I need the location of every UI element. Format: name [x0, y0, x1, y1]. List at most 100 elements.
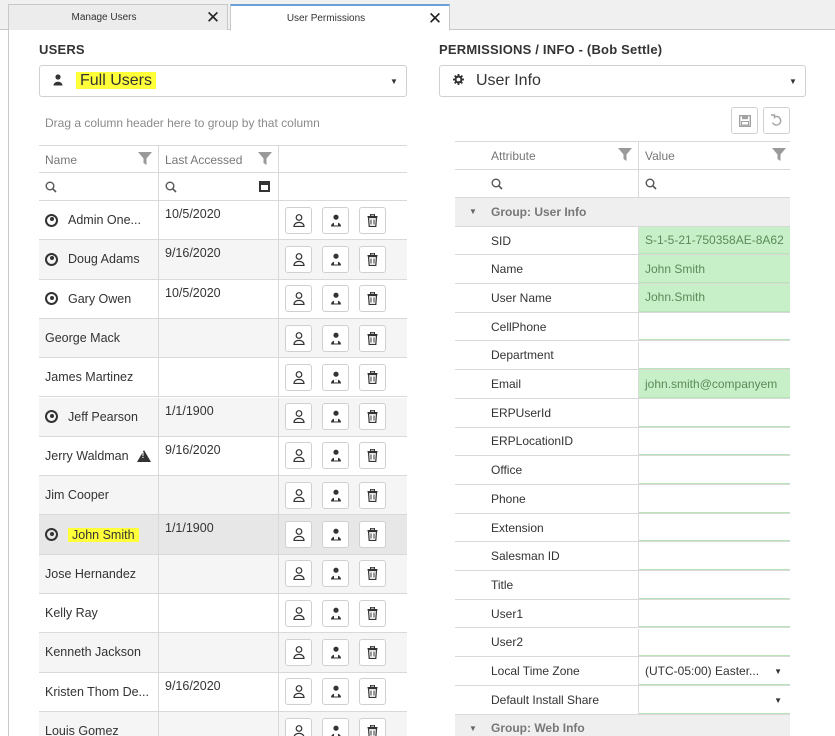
user-name-cell[interactable]: John Smith [39, 515, 159, 554]
user-security-button[interactable] [322, 442, 349, 470]
column-header-last-accessed[interactable]: Last Accessed [159, 146, 279, 174]
user-profile-button[interactable] [285, 599, 312, 627]
table-row[interactable]: Kenneth Jackson [39, 633, 407, 673]
table-row[interactable]: Gary Owen 10/5/2020 [39, 279, 407, 319]
table-row[interactable]: Louis Gomez [39, 711, 407, 736]
column-header-value[interactable]: Value [639, 142, 790, 170]
attribute-row[interactable]: User Name John.Smith [455, 284, 790, 313]
attribute-value[interactable] [639, 456, 790, 484]
attribute-value[interactable] [639, 514, 790, 542]
filter-icon[interactable] [258, 152, 272, 166]
filter-icon[interactable] [138, 152, 152, 166]
delete-user-button[interactable] [359, 599, 386, 627]
filter-icon[interactable] [772, 148, 786, 162]
user-security-button[interactable] [322, 245, 349, 273]
user-name-cell[interactable]: Louis Gomez [39, 711, 159, 736]
value-filter-input[interactable] [639, 170, 790, 198]
attribute-row[interactable]: Email john.smith@companyem [455, 370, 790, 399]
close-icon[interactable]: ✕ [199, 9, 227, 26]
user-security-button[interactable] [322, 717, 349, 736]
attribute-value[interactable]: ▼ [639, 686, 790, 714]
attribute-value[interactable] [639, 542, 790, 571]
attribute-row[interactable]: Salesman ID [455, 542, 790, 572]
user-profile-button[interactable] [285, 442, 312, 470]
chevron-down-icon[interactable]: ▼ [774, 696, 782, 705]
table-row[interactable]: Jose Hernandez [39, 554, 407, 594]
table-row[interactable]: Jerry Waldman 9/16/2020 [39, 436, 407, 477]
delete-user-button[interactable] [359, 717, 386, 736]
delete-user-button[interactable] [359, 638, 386, 666]
delete-user-button[interactable] [359, 442, 386, 470]
user-type-select[interactable]: Full Users ▼ [39, 65, 407, 97]
table-row[interactable]: John Smith 1/1/1900 [39, 515, 407, 555]
undo-button[interactable] [763, 107, 790, 134]
table-row[interactable]: George Mack [39, 318, 407, 359]
attribute-row[interactable]: Phone [455, 485, 790, 514]
group-row-web-info[interactable]: ▼ Group: Web Info [455, 714, 790, 736]
calendar-icon[interactable] [259, 181, 270, 192]
attribute-value[interactable]: S-1-5-21-750358AE-8A62 [639, 226, 790, 255]
save-button[interactable] [731, 107, 758, 134]
user-profile-button[interactable] [285, 521, 312, 549]
user-name-cell[interactable]: George Mack [39, 318, 159, 358]
user-security-button[interactable] [322, 560, 349, 588]
column-header-attribute[interactable]: Attribute [455, 142, 639, 170]
user-profile-button[interactable] [285, 678, 312, 706]
delete-user-button[interactable] [359, 560, 386, 588]
user-name-cell[interactable]: Doug Adams [39, 240, 159, 279]
attribute-row[interactable]: Name John Smith [455, 255, 790, 285]
delete-user-button[interactable] [359, 285, 386, 313]
user-security-button[interactable] [322, 403, 349, 431]
user-name-cell[interactable]: Jim Cooper [39, 476, 159, 515]
user-name-cell[interactable]: Jerry Waldman [39, 436, 159, 476]
attribute-row[interactable]: Local Time Zone (UTC-05:00) Easter... ▼ [455, 657, 790, 686]
attribute-value[interactable]: John Smith [639, 255, 790, 284]
attribute-row[interactable]: Office [455, 456, 790, 485]
close-icon[interactable]: ✕ [421, 10, 449, 27]
table-row[interactable]: Jim Cooper [39, 476, 407, 516]
user-name-cell[interactable]: Jeff Pearson [39, 397, 159, 436]
date-filter-input[interactable] [159, 173, 279, 201]
attribute-row[interactable]: User2 [455, 628, 790, 658]
user-security-button[interactable] [322, 285, 349, 313]
user-name-cell[interactable]: Kelly Ray [39, 594, 159, 633]
chevron-down-icon[interactable]: ▼ [774, 667, 782, 676]
user-profile-button[interactable] [285, 245, 312, 273]
attribute-row[interactable]: User1 [455, 599, 790, 629]
user-name-cell[interactable]: Gary Owen [39, 279, 159, 318]
attribute-value[interactable] [639, 428, 790, 456]
user-profile-button[interactable] [285, 403, 312, 431]
attribute-row[interactable]: CellPhone [455, 312, 790, 342]
tab-manage-users[interactable]: Manage Users ✕ [8, 4, 228, 30]
attribute-value[interactable] [639, 600, 790, 628]
attribute-row[interactable]: ERPLocationID [455, 427, 790, 457]
user-security-button[interactable] [322, 678, 349, 706]
delete-user-button[interactable] [359, 403, 386, 431]
user-security-button[interactable] [322, 638, 349, 666]
table-row[interactable]: James Martinez [39, 358, 407, 398]
user-profile-button[interactable] [285, 324, 312, 352]
user-name-cell[interactable]: Jose Hernandez [39, 554, 159, 593]
attribute-value[interactable] [639, 629, 790, 657]
attribute-row[interactable]: Department [455, 341, 790, 371]
user-profile-button[interactable] [285, 363, 312, 391]
delete-user-button[interactable] [359, 678, 386, 706]
delete-user-button[interactable] [359, 206, 386, 234]
delete-user-button[interactable] [359, 245, 386, 273]
delete-user-button[interactable] [359, 363, 386, 391]
attribute-row[interactable]: SID S-1-5-21-750358AE-8A62 [455, 226, 790, 256]
user-name-cell[interactable]: Admin One... [39, 201, 159, 240]
user-profile-button[interactable] [285, 206, 312, 234]
user-name-cell[interactable]: Kenneth Jackson [39, 633, 159, 672]
attribute-row[interactable]: ERPUserId [455, 398, 790, 428]
attribute-value[interactable]: john.smith@companyem [639, 370, 790, 398]
attribute-value[interactable] [639, 399, 790, 427]
attribute-value[interactable] [639, 313, 790, 341]
permission-view-select[interactable]: User Info ▼ [439, 65, 806, 97]
attribute-filter-input[interactable] [455, 170, 639, 198]
user-profile-button[interactable] [285, 285, 312, 313]
table-row[interactable]: Admin One... 10/5/2020 [39, 201, 407, 241]
group-row-user-info[interactable]: ▼ Group: User Info [455, 198, 790, 227]
attribute-value[interactable] [639, 571, 790, 599]
attribute-row[interactable]: Title [455, 571, 790, 600]
